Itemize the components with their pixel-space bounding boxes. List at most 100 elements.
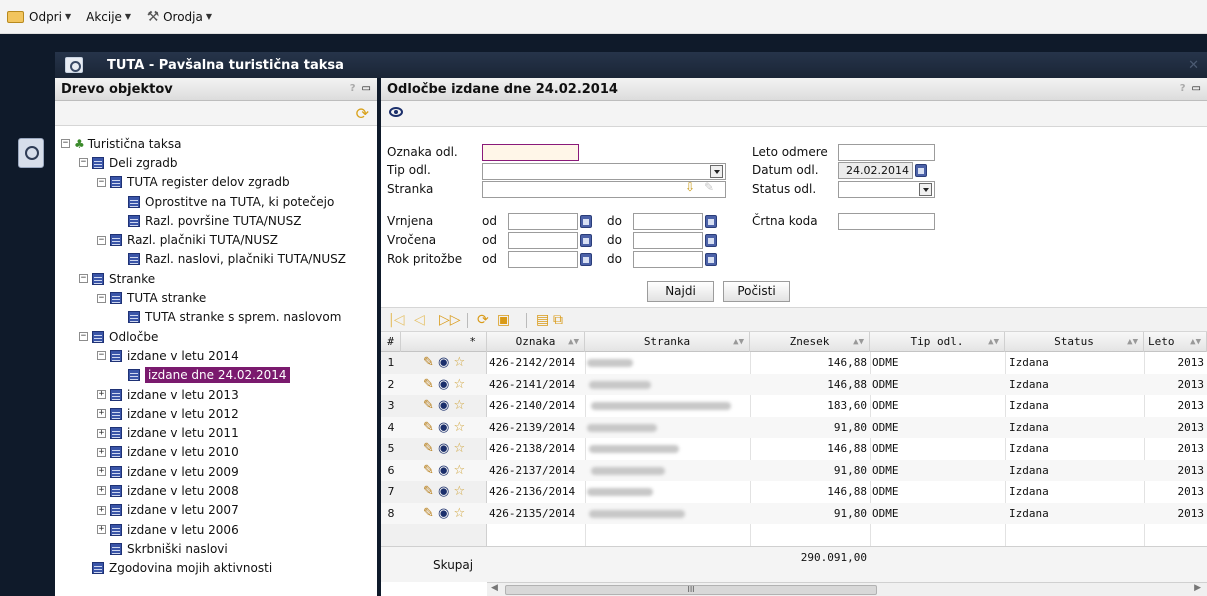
expand-icon[interactable]: + [97, 447, 106, 457]
tree-item[interactable]: Skrbniški naslovi [55, 539, 377, 558]
tree-item[interactable]: − Stranke [55, 269, 377, 288]
view-icon[interactable]: ◉ [434, 377, 449, 392]
chevron-down-icon[interactable] [710, 165, 723, 178]
view-icon[interactable]: ◉ [434, 398, 449, 413]
expand-icon[interactable]: + [97, 390, 106, 399]
oznaka-input[interactable] [482, 144, 579, 161]
search-module-icon[interactable] [18, 138, 44, 168]
edit-icon[interactable]: ✎ [423, 441, 434, 456]
refresh-icon[interactable]: ⟳ [356, 104, 369, 123]
datum-input[interactable]: 24.02.2014 [838, 162, 913, 179]
scroll-right-icon[interactable]: ▶ [1194, 583, 1201, 593]
star-icon[interactable]: ☆ [449, 441, 466, 456]
tree-item[interactable]: Zgodovina mojih aktivnosti [55, 559, 377, 578]
collapse-icon[interactable]: − [97, 293, 106, 303]
copy-icon[interactable]: ⧉ [553, 312, 563, 328]
refresh-icon[interactable]: ⟳ [477, 312, 489, 328]
first-page-icon[interactable]: |◁ [389, 312, 404, 328]
col-header-znesek[interactable]: Znesek ▲▼ [750, 332, 870, 352]
table-row[interactable]: 6 ✎ ◉ ☆ 426-2137/2014 91,80 ODME Izdana 2013 [381, 459, 1207, 481]
table-row[interactable]: 7 ✎ ◉ ☆ 426-2136/2014 146,88 ODME Izdana 2013 [381, 481, 1207, 503]
collapse-icon[interactable]: − [79, 158, 88, 168]
columns-icon[interactable]: ▤ [536, 312, 549, 328]
star-icon[interactable]: ☆ [449, 506, 466, 521]
tree-item[interactable]: − Deli zgradb [55, 153, 377, 172]
edit-icon[interactable]: ✎ [423, 484, 434, 499]
calendar-icon[interactable] [705, 253, 717, 266]
calendar-icon[interactable] [580, 215, 592, 228]
chevron-down-icon[interactable] [919, 183, 932, 196]
scroll-thumb[interactable]: III [505, 585, 877, 595]
col-header-stranka[interactable]: Stranka ▲▼ [585, 332, 750, 352]
edit-icon[interactable]: ✎ [423, 463, 434, 478]
collapse-icon[interactable]: − [97, 351, 106, 361]
collapse-icon[interactable]: − [61, 139, 70, 149]
tree-item[interactable]: + izdane v letu 2009 [55, 462, 377, 481]
star-icon[interactable]: ☆ [449, 484, 466, 499]
view-icon[interactable]: ◉ [434, 506, 449, 521]
star-icon[interactable]: ☆ [449, 355, 466, 370]
star-icon[interactable]: ☆ [449, 398, 466, 413]
help-icon[interactable]: ? [1180, 83, 1186, 94]
star-icon[interactable]: ☆ [449, 420, 466, 435]
edit-icon[interactable]: ✎ [423, 506, 434, 521]
horizontal-scrollbar[interactable]: ◀ III ▶ [487, 582, 1207, 596]
expand-icon[interactable]: + [97, 428, 106, 438]
expand-icon[interactable]: + [97, 467, 106, 477]
search-button[interactable]: Najdi [647, 281, 714, 302]
table-row[interactable]: 2 ✎ ◉ ☆ 426-2141/2014 146,88 ODME Izdana 2013 [381, 373, 1207, 395]
eye-icon[interactable] [389, 107, 403, 117]
col-header-status[interactable]: Status ▲▼ [1005, 332, 1144, 352]
expand-icon[interactable]: + [97, 486, 106, 496]
expand-icon[interactable]: + [97, 409, 106, 419]
tree-item[interactable]: + izdane v letu 2013 [55, 385, 377, 404]
tree-item[interactable]: Oprostitve na TUTA, ki potečejo [55, 192, 377, 211]
star-icon[interactable]: ☆ [449, 377, 466, 392]
menu-akcije[interactable]: Akcije ▼ [83, 10, 131, 24]
calendar-icon[interactable] [580, 253, 592, 266]
collapse-icon[interactable]: − [97, 235, 106, 245]
eraser-icon[interactable]: ✎ [704, 180, 714, 194]
lookup-icon[interactable]: ⇩ [685, 180, 695, 194]
close-icon[interactable]: ✕ [1188, 58, 1199, 73]
scroll-left-icon[interactable]: ◀ [491, 583, 498, 593]
tip-select[interactable] [482, 163, 726, 180]
tree-item[interactable]: − ♣ Turistična taksa [55, 134, 377, 153]
edit-icon[interactable]: ✎ [423, 420, 434, 435]
table-row[interactable]: 5 ✎ ◉ ☆ 426-2138/2014 146,88 ODME Izdana 2013 [381, 438, 1207, 460]
edit-icon[interactable]: ✎ [423, 355, 434, 370]
tree-item[interactable]: − Odločbe [55, 327, 377, 346]
tree-item[interactable]: − TUTA register delov zgradb [55, 173, 377, 192]
crtna-input[interactable] [838, 213, 935, 230]
table-row[interactable]: 4 ✎ ◉ ☆ 426-2139/2014 91,80 ODME Izdana 2013 [381, 416, 1207, 438]
minimize-icon[interactable]: ▭ [1192, 83, 1201, 94]
view-icon[interactable]: ◉ [434, 441, 449, 456]
col-header-oznaka[interactable]: Oznaka ▲▼ [487, 332, 585, 352]
prev-page-icon[interactable]: ◁ [414, 312, 425, 328]
menu-orodja[interactable]: ⚒ Orodja ▼ [143, 9, 212, 25]
view-icon[interactable]: ◉ [434, 420, 449, 435]
calendar-icon[interactable] [705, 215, 717, 228]
tree-item[interactable]: − Razl. plačniki TUTA/NUSZ [55, 230, 377, 249]
calendar-icon[interactable] [915, 164, 927, 177]
table-row[interactable]: 8 ✎ ◉ ☆ 426-2135/2014 91,80 ODME Izdana 2013 [381, 502, 1207, 524]
col-header-leto[interactable]: Leto ▲▼ [1144, 332, 1207, 352]
tree-item[interactable]: + izdane v letu 2012 [55, 404, 377, 423]
vrocena-od-input[interactable] [508, 232, 578, 249]
star-icon[interactable]: ☆ [449, 463, 466, 478]
collapse-icon[interactable]: − [97, 177, 106, 187]
view-icon[interactable]: ◉ [434, 484, 449, 499]
tree-item[interactable]: Razl. površine TUTA/NUSZ [55, 211, 377, 230]
tree-item[interactable]: + izdane v letu 2007 [55, 501, 377, 520]
expand-icon[interactable]: + [97, 525, 106, 535]
next-page-icon[interactable]: ▷▷ [439, 312, 461, 328]
view-icon[interactable]: ◉ [434, 463, 449, 478]
table-row[interactable]: 3 ✎ ◉ ☆ 426-2140/2014 183,60 ODME Izdana 2013 [381, 395, 1207, 417]
edit-icon[interactable]: ✎ [423, 377, 434, 392]
vrnjena-do-input[interactable] [633, 213, 703, 230]
tree-item[interactable]: Razl. naslovi, plačniki TUTA/NUSZ [55, 250, 377, 269]
col-header-tip[interactable]: Tip odl. ▲▼ [870, 332, 1005, 352]
tree-item[interactable]: − izdane v letu 2014 [55, 346, 377, 365]
collapse-icon[interactable]: − [79, 274, 88, 284]
rok-do-input[interactable] [633, 251, 703, 268]
